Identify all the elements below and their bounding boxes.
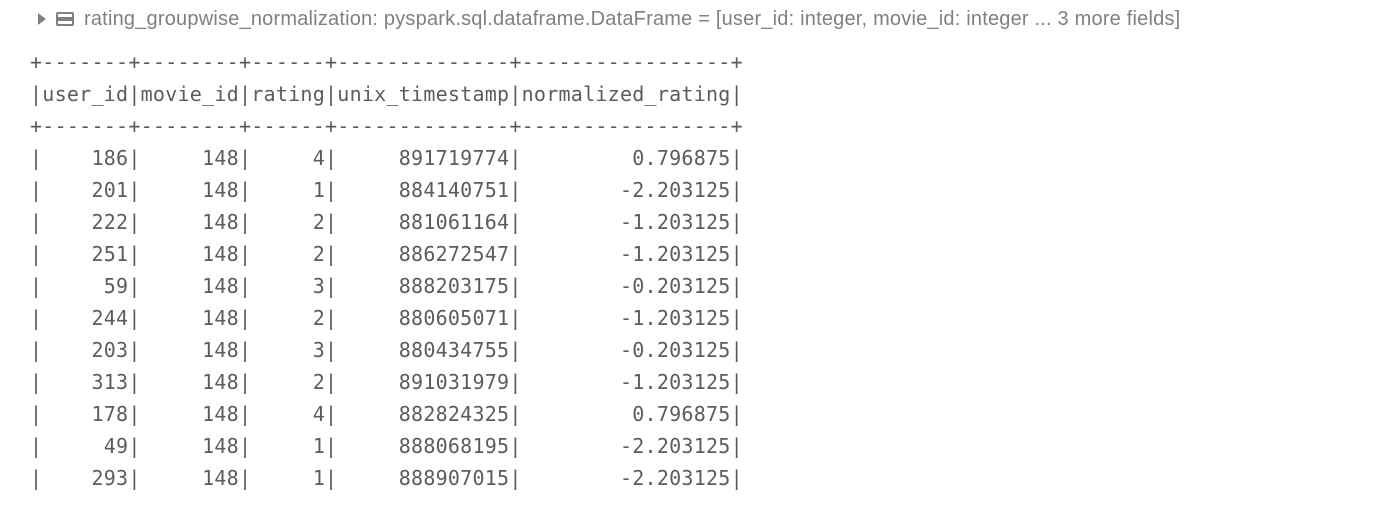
table-row: | 178| 148| 4| 882824325| 0.796875|	[30, 398, 1400, 430]
expand-triangle-icon[interactable]	[38, 13, 46, 25]
table-row: | 201| 148| 1| 884140751| -2.203125|	[30, 174, 1400, 206]
table-row: | 186| 148| 4| 891719774| 0.796875|	[30, 142, 1400, 174]
table-row: | 59| 148| 3| 888203175| -0.203125|	[30, 270, 1400, 302]
dataframe-show-output: +-------+--------+------+--------------+…	[30, 40, 1400, 494]
table-row: | 203| 148| 3| 880434755| -0.203125|	[30, 334, 1400, 366]
table-row: | 222| 148| 2| 881061164| -1.203125|	[30, 206, 1400, 238]
dataframe-schema-line: rating_groupwise_normalization: pyspark.…	[30, 0, 1400, 40]
table-row: | 244| 148| 2| 880605071| -1.203125|	[30, 302, 1400, 334]
variable-name: rating_groupwise_normalization:	[84, 8, 378, 30]
table-row: | 313| 148| 2| 891031979| -1.203125|	[30, 366, 1400, 398]
table-row: | 293| 148| 1| 888907015| -2.203125|	[30, 462, 1400, 494]
table-icon[interactable]	[56, 12, 74, 26]
table-row: | 251| 148| 2| 886272547| -1.203125|	[30, 238, 1400, 270]
table-separator: +-------+--------+------+--------------+…	[30, 46, 1400, 78]
table-separator: +-------+--------+------+--------------+…	[30, 110, 1400, 142]
schema-text: rating_groupwise_normalization: pyspark.…	[84, 4, 1180, 34]
output-cell: rating_groupwise_normalization: pyspark.…	[0, 0, 1400, 504]
table-header-row: |user_id|movie_id|rating|unix_timestamp|…	[30, 78, 1400, 110]
variable-type: pyspark.sql.dataframe.DataFrame = [user_…	[384, 8, 1181, 30]
table-row: | 49| 148| 1| 888068195| -2.203125|	[30, 430, 1400, 462]
